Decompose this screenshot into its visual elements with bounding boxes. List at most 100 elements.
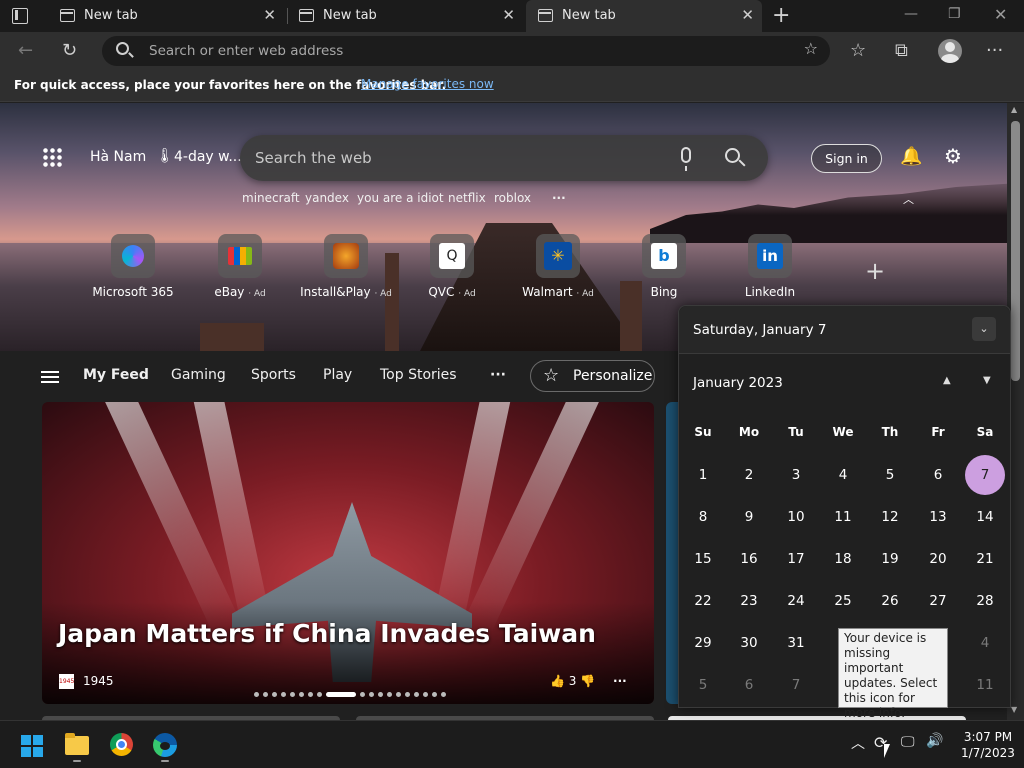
app-launcher-icon[interactable] <box>42 147 62 167</box>
calendar-day[interactable]: 7 <box>776 665 816 705</box>
carousel-dot[interactable] <box>423 692 428 697</box>
carousel-dot[interactable] <box>299 692 304 697</box>
tab-actions-icon[interactable] <box>12 8 28 24</box>
chevron-up-icon[interactable]: ︿ <box>903 191 914 207</box>
scrollbar-thumb[interactable] <box>1011 121 1020 381</box>
calendar-day[interactable]: 7 <box>965 455 1005 495</box>
profile-avatar[interactable] <box>938 39 962 63</box>
back-icon[interactable]: ← <box>18 40 33 62</box>
calendar-day[interactable]: 30 <box>729 623 769 663</box>
restore-icon[interactable]: ❐ <box>948 6 961 22</box>
page-settings-gear-icon[interactable]: ⚙ <box>944 144 962 168</box>
close-window-icon[interactable]: ✕ <box>994 5 1007 24</box>
more-trending-button[interactable]: ··· <box>552 191 566 205</box>
calendar-day[interactable]: 6 <box>918 455 958 495</box>
feed-tab-play[interactable]: Play <box>323 367 352 383</box>
scroll-up-arrow-icon[interactable]: ▲ <box>1011 105 1017 114</box>
quick-link-linkedin[interactable]: in LinkedIn <box>715 234 825 299</box>
calendar-day[interactable]: 28 <box>965 581 1005 621</box>
calendar-day[interactable]: 29 <box>683 623 723 663</box>
second-feed-card[interactable] <box>666 402 678 704</box>
close-tab-icon[interactable]: ✕ <box>502 6 515 24</box>
calendar-day[interactable]: 31 <box>776 623 816 663</box>
calendar-day[interactable]: 3 <box>776 455 816 495</box>
carousel-dot[interactable] <box>290 692 295 697</box>
quick-link-installplay[interactable]: Install&Play · Ad <box>291 234 401 299</box>
feed-tab-my-feed[interactable]: My Feed <box>83 367 149 383</box>
tab-2[interactable]: New tab ✕ <box>287 0 523 32</box>
scroll-down-arrow-icon[interactable]: ▼ <box>1011 705 1017 714</box>
search-icon[interactable] <box>725 148 740 163</box>
windows-start-icon[interactable] <box>21 735 43 757</box>
carousel-dot[interactable] <box>308 692 313 697</box>
notifications-bell-icon[interactable]: 🔔 <box>900 146 922 167</box>
calendar-day[interactable]: 27 <box>918 581 958 621</box>
minimize-icon[interactable]: — <box>904 6 918 22</box>
carousel-dot[interactable] <box>254 692 259 697</box>
calendar-day[interactable]: 18 <box>823 539 863 579</box>
calendar-day[interactable]: 23 <box>729 581 769 621</box>
calendar-day[interactable]: 19 <box>870 539 910 579</box>
card-more-icon[interactable]: ··· <box>613 674 627 688</box>
calendar-day[interactable]: 26 <box>870 581 910 621</box>
calendar-day[interactable]: 11 <box>965 665 1005 705</box>
feed-more-button[interactable]: ··· <box>490 367 506 383</box>
feed-hero-card[interactable]: Japan Matters if China Invades Taiwan 19… <box>42 402 654 704</box>
carousel-dot[interactable] <box>387 692 392 697</box>
calendar-day[interactable]: 5 <box>683 665 723 705</box>
carousel-dot[interactable] <box>281 692 286 697</box>
chrome-icon[interactable] <box>110 733 133 756</box>
calendar-day[interactable]: 9 <box>729 497 769 537</box>
carousel-dot[interactable] <box>396 692 401 697</box>
refresh-icon[interactable]: ↻ <box>62 40 77 62</box>
new-tab-button[interactable]: + <box>772 3 790 28</box>
calendar-day[interactable]: 5 <box>870 455 910 495</box>
calendar-day[interactable]: 2 <box>729 455 769 495</box>
file-explorer-icon[interactable] <box>65 733 89 755</box>
quick-link-qvc[interactable]: Q QVC · Ad <box>397 234 507 299</box>
calendar-day[interactable]: 8 <box>683 497 723 537</box>
carousel-dot[interactable] <box>414 692 419 697</box>
card-headline[interactable]: Japan Matters if China Invades Taiwan <box>58 619 596 648</box>
calendar-day[interactable]: 25 <box>823 581 863 621</box>
location-label[interactable]: Hà Nam <box>90 149 146 165</box>
calendar-day[interactable]: 17 <box>776 539 816 579</box>
thumbs-down-icon[interactable]: 👎 <box>580 674 595 688</box>
taskbar-clock[interactable]: 3:07 PM 1/7/2023 <box>960 729 1016 761</box>
trending-search[interactable]: minecraft <box>242 191 300 205</box>
web-search-box[interactable]: Search the web <box>240 135 768 181</box>
calendar-day[interactable]: 16 <box>729 539 769 579</box>
favorites-icon[interactable]: ☆ <box>850 40 866 62</box>
feed-tab-sports[interactable]: Sports <box>251 367 296 383</box>
carousel-dot[interactable] <box>360 692 365 697</box>
next-month-icon[interactable]: ▼ <box>983 375 991 386</box>
calendar-day[interactable]: 1 <box>683 455 723 495</box>
trending-search[interactable]: you are a idiot <box>357 191 444 205</box>
close-tab-icon[interactable]: ✕ <box>741 6 754 24</box>
collapse-chevron-icon[interactable]: ⌄ <box>972 317 996 341</box>
calendar-day[interactable]: 11 <box>823 497 863 537</box>
calendar-day[interactable]: 4 <box>823 455 863 495</box>
trending-search[interactable]: roblox <box>494 191 531 205</box>
weather-forecast[interactable]: 4-day w... <box>174 149 242 165</box>
feed-tab-gaming[interactable]: Gaming <box>171 367 226 383</box>
carousel-dot[interactable] <box>263 692 268 697</box>
quick-link-microsoft365[interactable]: Microsoft 365 <box>78 234 188 299</box>
show-hidden-icons-chevron[interactable]: ︿ <box>851 733 865 753</box>
carousel-dot[interactable] <box>378 692 383 697</box>
quick-link-bing[interactable]: b Bing <box>609 234 719 299</box>
carousel-dot[interactable] <box>317 692 322 697</box>
add-favorite-icon[interactable]: ☆ <box>804 39 818 58</box>
carousel-dot[interactable] <box>369 692 374 697</box>
carousel-dot[interactable] <box>272 692 277 697</box>
settings-more-icon[interactable]: ··· <box>986 40 1003 62</box>
tab-1[interactable]: New tab ✕ <box>48 0 284 32</box>
close-tab-icon[interactable]: ✕ <box>263 6 276 24</box>
trending-search[interactable]: yandex <box>305 191 349 205</box>
hamburger-menu-icon[interactable] <box>41 371 59 383</box>
quick-link-ebay[interactable]: eBay · Ad <box>185 234 295 299</box>
microphone-icon[interactable] <box>681 147 691 171</box>
network-icon[interactable]: 🖵 <box>901 734 915 750</box>
calendar-day[interactable]: 14 <box>965 497 1005 537</box>
calendar-day[interactable]: 6 <box>729 665 769 705</box>
